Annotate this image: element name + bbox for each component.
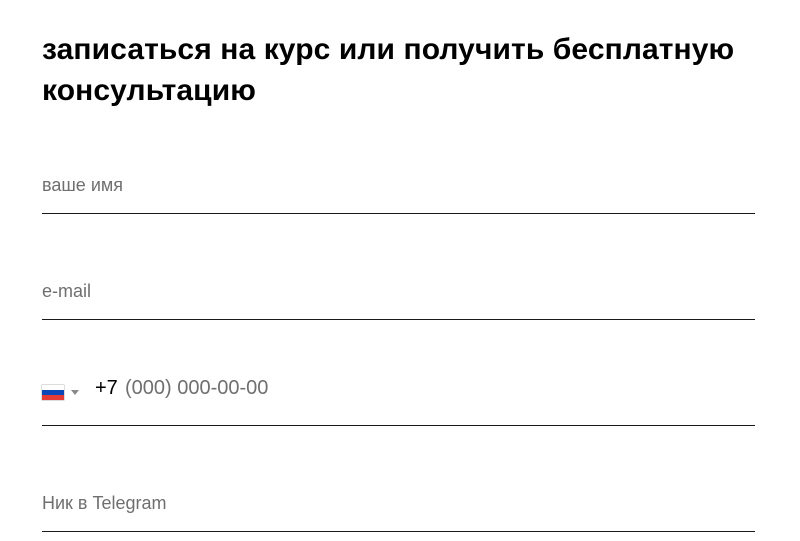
name-field[interactable] [42, 165, 755, 214]
telegram-input[interactable] [42, 483, 755, 523]
email-input[interactable] [42, 271, 755, 311]
form-title: записаться на курс или получить бесплатн… [42, 33, 735, 107]
chevron-down-icon [71, 389, 79, 395]
telegram-field[interactable] [42, 483, 755, 532]
name-input[interactable] [42, 165, 755, 205]
phone-prefix: +7 [95, 377, 118, 399]
country-code-dropdown[interactable] [42, 379, 86, 405]
russia-flag-icon [42, 384, 64, 400]
phone-field[interactable]: +7 [42, 375, 755, 426]
phone-input[interactable] [125, 375, 755, 401]
email-field[interactable] [42, 271, 755, 320]
